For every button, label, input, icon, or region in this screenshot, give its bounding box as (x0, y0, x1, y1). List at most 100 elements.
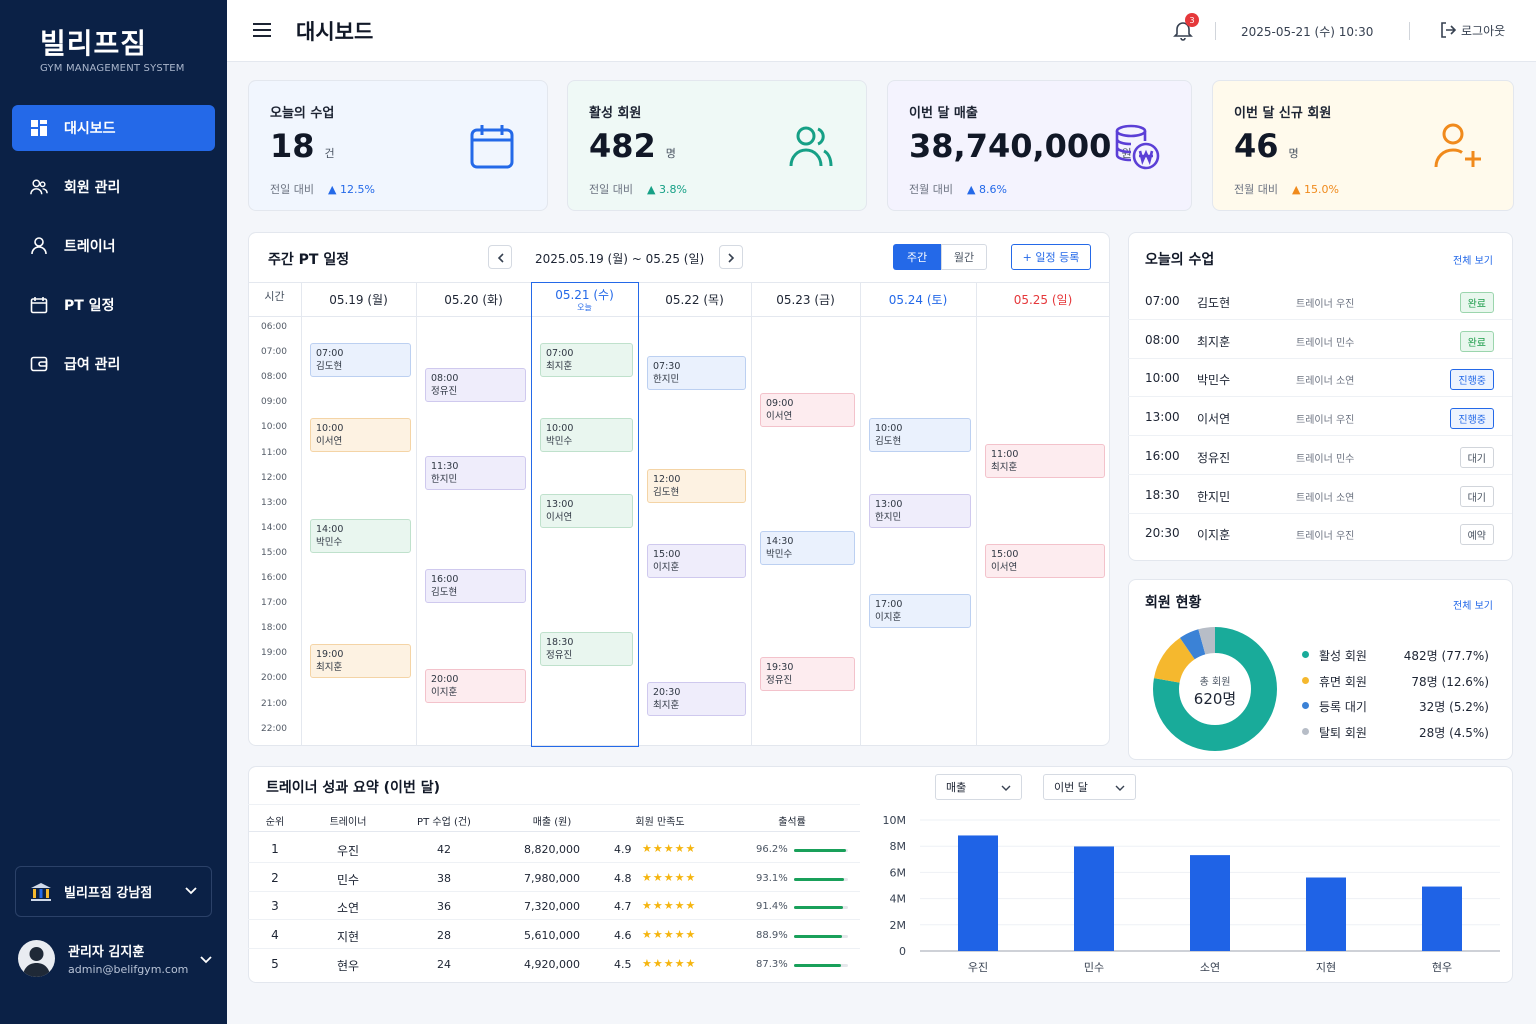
today-class-row[interactable]: 16:00 정유진 트레이너 민수 대기 (1128, 437, 1512, 475)
schedule-event[interactable]: 15:00 이서연 (985, 543, 1105, 578)
schedule-event[interactable]: 10:00 박민수 (540, 418, 633, 453)
schedule-event[interactable]: 10:00 이서연 (310, 418, 411, 453)
schedule-event[interactable]: 16:00 김도현 (425, 569, 526, 603)
logout-button[interactable]: 로그아웃 (1439, 21, 1505, 39)
sidebar: 빌리프짐 GYM MANAGEMENT SYSTEM 대시보드 회원 관리 트레… (0, 0, 227, 1024)
legend-dot (1302, 727, 1309, 735)
schedule-event[interactable]: 13:00 이서연 (540, 493, 633, 528)
member-view-all-link[interactable]: 전체 보기 (1453, 597, 1493, 612)
class-time: 13:00 (1145, 410, 1180, 425)
hour-label: 13:00 (261, 497, 287, 508)
nav-item-dashboard[interactable]: 대시보드 (12, 105, 215, 151)
schedule-event[interactable]: 11:30 한지민 (425, 456, 526, 491)
user-name: 관리자 김지훈 (68, 944, 145, 960)
status-badge: 대기 (1459, 446, 1494, 468)
schedule-event[interactable]: 17:00 이지훈 (869, 594, 971, 629)
schedule-event[interactable]: 13:00 한지민 (869, 493, 971, 528)
today-class-row[interactable]: 20:30 이지훈 트레이너 우진 예약 (1128, 514, 1512, 552)
schedule-event[interactable]: 15:00 이지훈 (647, 543, 746, 578)
status-badge: 진행중 (1450, 369, 1494, 391)
today-class-row[interactable]: 18:30 한지민 트레이너 소연 대기 (1128, 476, 1512, 514)
schedule-event[interactable]: 18:30 정유진 (540, 631, 633, 666)
nav-item-trainers[interactable]: 트레이너 (12, 223, 215, 269)
nav-item-payroll[interactable]: 급여 관리 (12, 341, 215, 387)
attendance-value: 87.3% (756, 958, 788, 970)
schedule-event[interactable]: 19:30 정유진 (760, 656, 855, 691)
hour-label: 16:00 (261, 573, 287, 583)
day-header: 05.19 (월) (329, 293, 388, 307)
hour-label: 20:00 (261, 673, 287, 684)
metric-select[interactable]: 매출 (935, 774, 1022, 800)
member-status-title: 회원 현황 (1145, 595, 1202, 611)
schedule-event[interactable]: 20:30 최지훈 (647, 681, 746, 716)
add-schedule-button[interactable]: + 일정 등록 (1011, 244, 1091, 270)
notification-badge: 3 (1185, 13, 1199, 27)
event-member: 박민수 (766, 549, 793, 561)
notification-button[interactable]: 3 (1172, 13, 1199, 45)
menu-icon[interactable] (253, 22, 271, 42)
schedule-event[interactable]: 07:30 한지민 (647, 355, 746, 390)
stat-compare: 전월 대비 ▲ 15.0% (1234, 183, 1339, 196)
bar (958, 835, 998, 951)
nav-item-pt-schedule[interactable]: PT 일정 (12, 282, 215, 328)
event-time: 20:00 (431, 674, 459, 686)
schedule-event[interactable]: 12:00 김도현 (647, 468, 746, 503)
bar (1306, 877, 1346, 951)
schedule-event[interactable]: 09:00 이서연 (760, 393, 855, 428)
star-rating-icon: ★★★★★ (642, 956, 697, 970)
tab-week[interactable]: 주간 (893, 244, 941, 270)
y-tick-label: 4M (890, 893, 907, 906)
event-member: 박민수 (546, 436, 573, 448)
table-row[interactable]: 3 소연 36 7,320,000 4.7 ★★★★★ 91.4% (248, 892, 860, 921)
schedule-event[interactable]: 07:00 김도현 (310, 343, 411, 378)
schedule-event[interactable]: 20:00 이지훈 (425, 669, 526, 704)
schedule-event[interactable]: 07:00 최지훈 (540, 343, 633, 378)
table-row[interactable]: 1 우진 42 8,820,000 4.9 ★★★★★ 96.2% (248, 835, 860, 863)
table-row[interactable]: 4 지현 28 5,610,000 4.6 ★★★★★ 88.9% (248, 921, 860, 950)
users-icon (786, 121, 836, 171)
bell-icon (1172, 22, 1194, 45)
next-week-button[interactable] (719, 245, 743, 269)
tab-month[interactable]: 월간 (941, 244, 987, 270)
schedule-event[interactable]: 10:00 김도현 (869, 418, 971, 453)
event-member: 김도현 (875, 436, 902, 448)
period-select[interactable]: 이번 달 (1043, 774, 1136, 800)
event-member: 정유진 (766, 674, 793, 686)
app-logo: 빌리프짐 (40, 27, 148, 60)
attendance-bar (794, 906, 844, 910)
grid-line (248, 282, 1110, 283)
today-class-row[interactable]: 07:00 김도현 트레이너 우진 완료 (1128, 282, 1512, 320)
event-member: 김도현 (431, 587, 458, 598)
legend-label: 등록 대기 (1319, 700, 1367, 714)
app-subtitle: GYM MANAGEMENT SYSTEM (40, 63, 185, 74)
branch-selector[interactable]: 빌리프짐 강남점 (15, 866, 212, 917)
hour-label: 09:00 (261, 397, 287, 408)
schedule-event[interactable]: 14:30 박민수 (760, 531, 855, 566)
today-view-all-link[interactable]: 전체 보기 (1453, 252, 1493, 267)
table-row[interactable]: 5 현우 24 4,920,000 4.5 ★★★★★ 87.3% (248, 950, 860, 978)
legend-dot (1302, 651, 1309, 658)
schedule-event[interactable]: 11:00 최지훈 (985, 443, 1105, 478)
today-class-row[interactable]: 08:00 최지훈 트레이너 민수 완료 (1128, 321, 1512, 359)
users-icon (30, 178, 48, 196)
stat-title: 이번 달 매출 (909, 106, 978, 121)
schedule-event[interactable]: 08:00 정유진 (425, 368, 526, 403)
calendar-icon (467, 121, 517, 171)
event-time: 11:00 (991, 448, 1019, 460)
attendance-value: 96.2% (756, 844, 788, 855)
sales-cell: 7,980,000 (524, 871, 580, 885)
table-row[interactable]: 2 민수 38 7,980,000 4.8 ★★★★★ 93.1% (248, 864, 860, 892)
event-time: 13:00 (875, 498, 903, 510)
schedule-event[interactable]: 19:00 최지훈 (310, 644, 411, 679)
user-menu[interactable]: 관리자 김지훈 admin@belifgym.com (18, 936, 218, 980)
event-member: 정유진 (546, 649, 573, 661)
nav-item-members[interactable]: 회원 관리 (12, 164, 215, 210)
schedule-event[interactable]: 14:00 박민수 (310, 518, 411, 553)
today-class-row[interactable]: 13:00 이서연 트레이너 우진 진행중 (1128, 398, 1512, 437)
rank-cell: 3 (271, 899, 279, 914)
prev-week-button[interactable] (488, 245, 512, 269)
page-title: 대시보드 (296, 20, 374, 44)
today-class-row[interactable]: 10:00 박민수 트레이너 소연 진행중 (1128, 359, 1512, 398)
sales-cell: 8,820,000 (524, 843, 580, 856)
event-time: 15:00 (653, 548, 681, 560)
